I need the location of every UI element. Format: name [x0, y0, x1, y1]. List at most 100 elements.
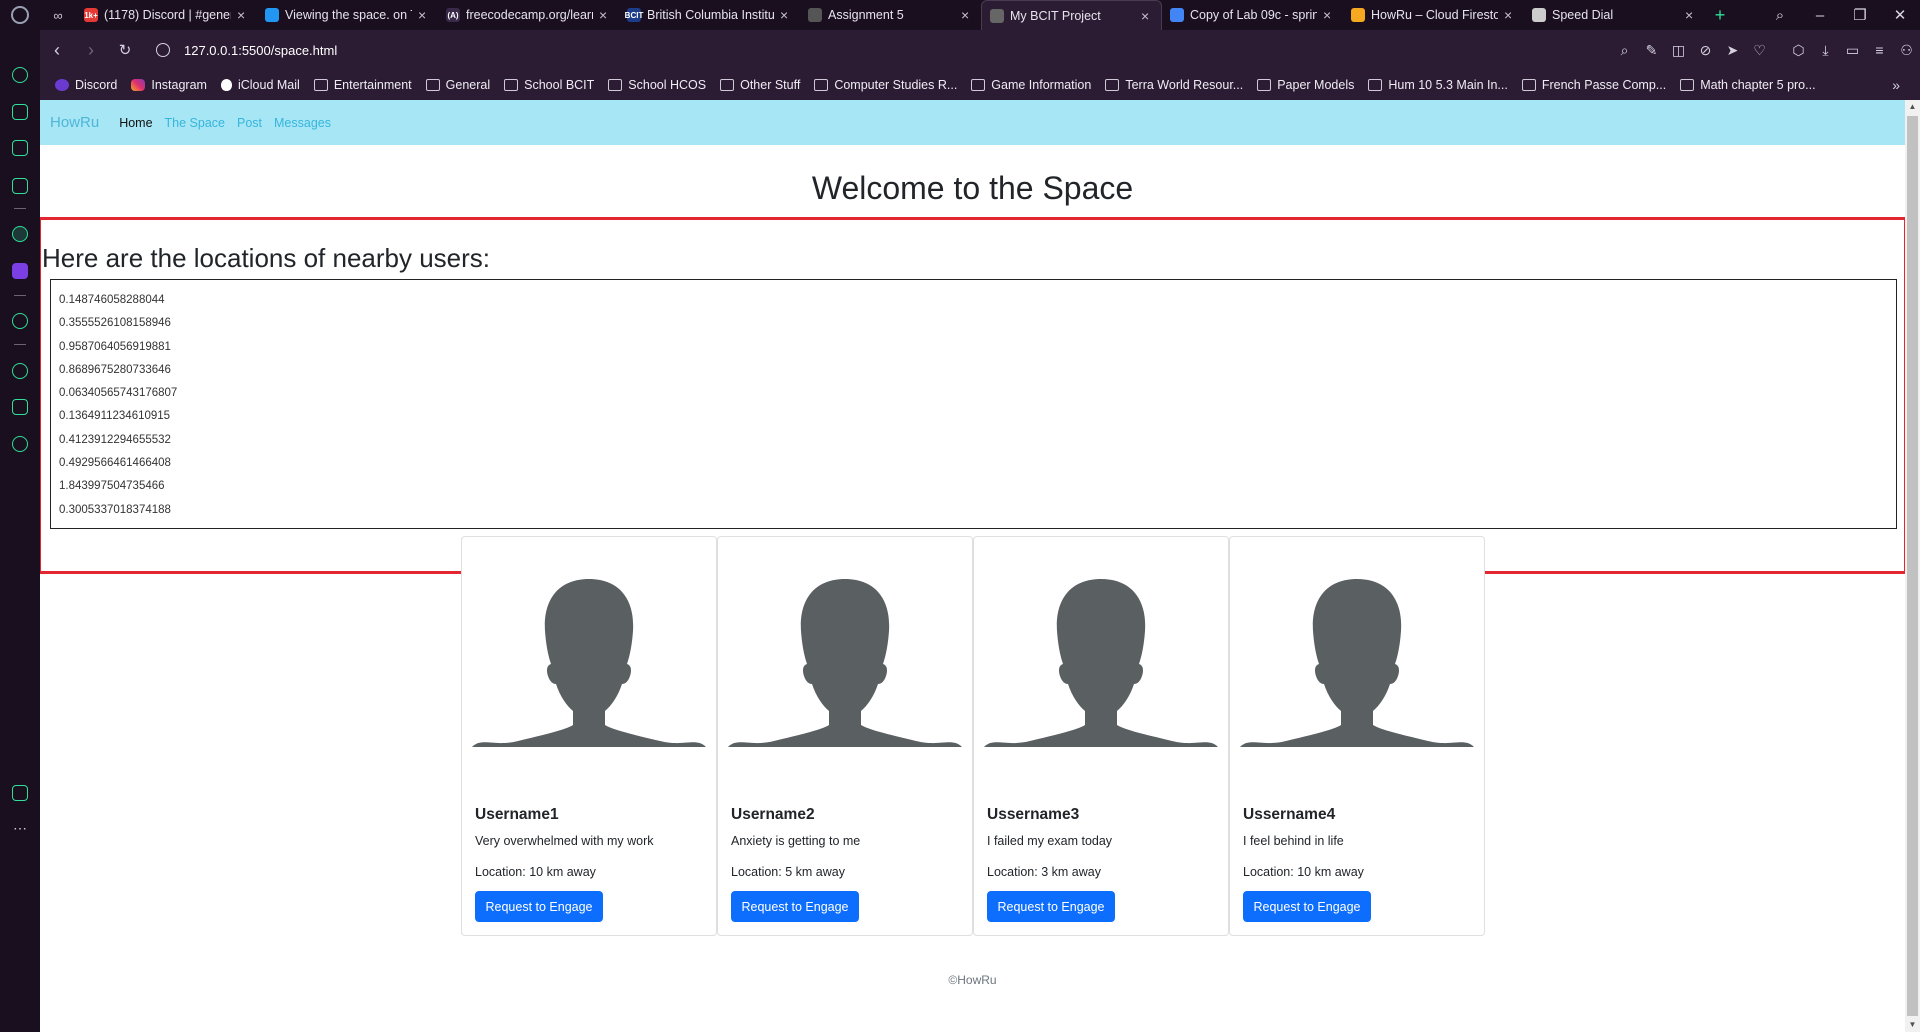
- tab-close-icon[interactable]: ×: [961, 7, 973, 23]
- tab-favicon-icon: 1k+: [84, 8, 98, 22]
- bookmark-item[interactable]: Other Stuff: [720, 78, 800, 92]
- extensions-icon[interactable]: [10, 176, 30, 196]
- twitch-icon[interactable]: [10, 138, 30, 158]
- minimize-icon[interactable]: –: [1800, 7, 1840, 24]
- tab-favicon-icon: BCIT: [625, 8, 643, 22]
- browser-tab[interactable]: Assignment 5 ×: [800, 0, 981, 30]
- scroll-up-icon[interactable]: ▲: [1905, 100, 1920, 114]
- bookmark-item[interactable]: School HCOS: [608, 78, 706, 92]
- bookmark-item[interactable]: Terra World Resour...: [1105, 78, 1243, 92]
- nav-link-home[interactable]: Home: [119, 116, 152, 130]
- tab-close-icon[interactable]: ×: [780, 7, 792, 23]
- bookmark-label: iCloud Mail: [237, 78, 300, 92]
- scroll-down-icon[interactable]: ▼: [1905, 1018, 1920, 1032]
- bookmark-label: Terra World Resour...: [1125, 78, 1244, 92]
- opera-logo-icon[interactable]: [0, 0, 40, 30]
- browser-tab[interactable]: Viewing the space. on T ×: [257, 0, 438, 30]
- tab-close-icon[interactable]: ×: [599, 7, 611, 23]
- easy-setup-icon[interactable]: ≡: [1866, 42, 1893, 58]
- player-icon[interactable]: [10, 311, 30, 331]
- bookmark-item[interactable]: Math chapter 5 pro...: [1680, 78, 1816, 92]
- edit-icon[interactable]: ✎: [1638, 42, 1665, 59]
- browser-tab[interactable]: HowRu – Cloud Firestor ×: [1343, 0, 1524, 30]
- settings-gear-icon[interactable]: [10, 434, 30, 454]
- browser-tab[interactable]: My BCIT Project ×: [981, 0, 1162, 30]
- bookmark-item[interactable]: General: [425, 78, 490, 92]
- forward-icon[interactable]: ›: [74, 40, 108, 61]
- more-icon[interactable]: ⋯: [10, 818, 30, 838]
- bookmark-item[interactable]: School BCIT: [504, 78, 594, 92]
- battery-icon[interactable]: ▭: [1839, 42, 1866, 59]
- close-window-icon[interactable]: ✕: [1880, 6, 1920, 24]
- heart-icon[interactable]: ♡: [1746, 42, 1773, 59]
- shopping-icon[interactable]: [10, 102, 30, 122]
- bookmark-item[interactable]: Game Information: [971, 78, 1091, 92]
- location-value: 1.843997504735466: [59, 480, 165, 493]
- tab-close-icon[interactable]: ×: [418, 7, 430, 23]
- browser-tab[interactable]: (A) freecodecamp.org/learn ×: [438, 0, 619, 30]
- tab-close-icon[interactable]: ×: [1323, 7, 1335, 23]
- browser-tab[interactable]: Copy of Lab 09c - spring ×: [1162, 0, 1343, 30]
- tab-close-icon[interactable]: ×: [1685, 7, 1697, 23]
- tab-title: Viewing the space. on T: [285, 8, 412, 22]
- send-icon[interactable]: ➤: [1719, 42, 1746, 59]
- bookmark-label: French Passe Comp...: [1541, 78, 1667, 92]
- site-navbar: HowRu Home The Space Post Messages: [40, 100, 1905, 145]
- bookmark-item[interactable]: Paper Models: [1257, 78, 1354, 92]
- search-tabs-icon[interactable]: ⌕: [1760, 7, 1800, 24]
- workspaces-icon[interactable]: ∞: [40, 0, 76, 30]
- new-tab-icon[interactable]: +: [1705, 5, 1735, 26]
- reload-icon[interactable]: ↻: [108, 41, 142, 59]
- url-text[interactable]: 127.0.0.1:5500/space.html: [184, 43, 337, 58]
- request-to-engage-button[interactable]: Request to Engage: [1243, 891, 1371, 922]
- browser-tab[interactable]: Speed Dial ×: [1524, 0, 1705, 30]
- back-icon[interactable]: ‹: [40, 40, 74, 61]
- address-bar[interactable]: 127.0.0.1:5500/space.html: [156, 43, 337, 58]
- site-brand[interactable]: HowRu: [50, 114, 99, 131]
- bookmark-item[interactable]: Instagram: [131, 78, 207, 92]
- user-card: Username2 Anxiety is getting to me Locatio…: [717, 536, 973, 936]
- restore-icon[interactable]: ❐: [1840, 6, 1880, 24]
- bookmark-item[interactable]: Entertainment: [313, 78, 412, 92]
- bookmark-item[interactable]: Hum 10 5.3 Main In...: [1368, 78, 1508, 92]
- nav-link-the-space[interactable]: The Space: [165, 116, 225, 130]
- zoom-icon[interactable]: ⌕: [1611, 42, 1638, 59]
- bookmark-item[interactable]: French Passe Comp...: [1521, 78, 1667, 92]
- tab-close-icon[interactable]: ×: [1141, 8, 1153, 24]
- bookmark-item[interactable]: Discord: [55, 78, 117, 92]
- speed-dial-icon[interactable]: [10, 65, 30, 85]
- box-icon[interactable]: ⬡: [1785, 42, 1812, 59]
- tab-title: My BCIT Project: [1010, 8, 1101, 23]
- adblock-icon[interactable]: ⊘: [1692, 42, 1719, 59]
- tab-close-icon[interactable]: ×: [237, 7, 249, 23]
- history-icon[interactable]: [10, 361, 30, 381]
- nav-link-messages[interactable]: Messages: [274, 116, 331, 130]
- request-to-engage-button[interactable]: Request to Engage: [475, 891, 603, 922]
- user-card: Username1 Very overwhelmed with my work Lo…: [461, 536, 717, 936]
- codesignal-icon[interactable]: [10, 261, 30, 281]
- sidebar-divider: [14, 295, 26, 296]
- tab-close-icon[interactable]: ×: [1504, 7, 1516, 23]
- user-location: Location: 10 km away: [475, 865, 596, 879]
- request-to-engage-button[interactable]: Request to Engage: [731, 891, 859, 922]
- bookmark-label: Paper Models: [1277, 78, 1355, 92]
- bookmarks-overflow-icon[interactable]: »: [1892, 77, 1900, 93]
- nav-link-post[interactable]: Post: [237, 116, 262, 130]
- chatgpt-icon[interactable]: [10, 224, 30, 244]
- camera-icon[interactable]: ◫: [1665, 42, 1692, 59]
- cube-icon[interactable]: [10, 397, 30, 417]
- browser-tab[interactable]: 1k+ (1178) Discord | #gener ×: [76, 0, 257, 30]
- browser-tab[interactable]: BCIT British Columbia Institu ×: [619, 0, 800, 30]
- scrollbar-thumb[interactable]: [1907, 116, 1918, 1016]
- download-icon[interactable]: ⤓: [1812, 42, 1839, 59]
- request-to-engage-button[interactable]: Request to Engage: [987, 891, 1115, 922]
- user-name: Ussername4: [1243, 806, 1336, 823]
- nearby-users-section: Here are the locations of nearby users: …: [40, 217, 1907, 574]
- browser-toolbar: ‹ › ↻ 127.0.0.1:5500/space.html ⌕ ✎ ◫ ⊘ …: [40, 30, 1920, 70]
- bookmark-item[interactable]: Computer Studies R...: [814, 78, 957, 92]
- avatar-silhouette-icon: [472, 577, 706, 747]
- profile-icon[interactable]: ⚇: [1893, 42, 1920, 59]
- page-scrollbar[interactable]: ▲ ▼: [1905, 100, 1920, 1032]
- gallery-icon[interactable]: [10, 783, 30, 803]
- bookmark-item[interactable]: iCloud Mail: [220, 78, 300, 92]
